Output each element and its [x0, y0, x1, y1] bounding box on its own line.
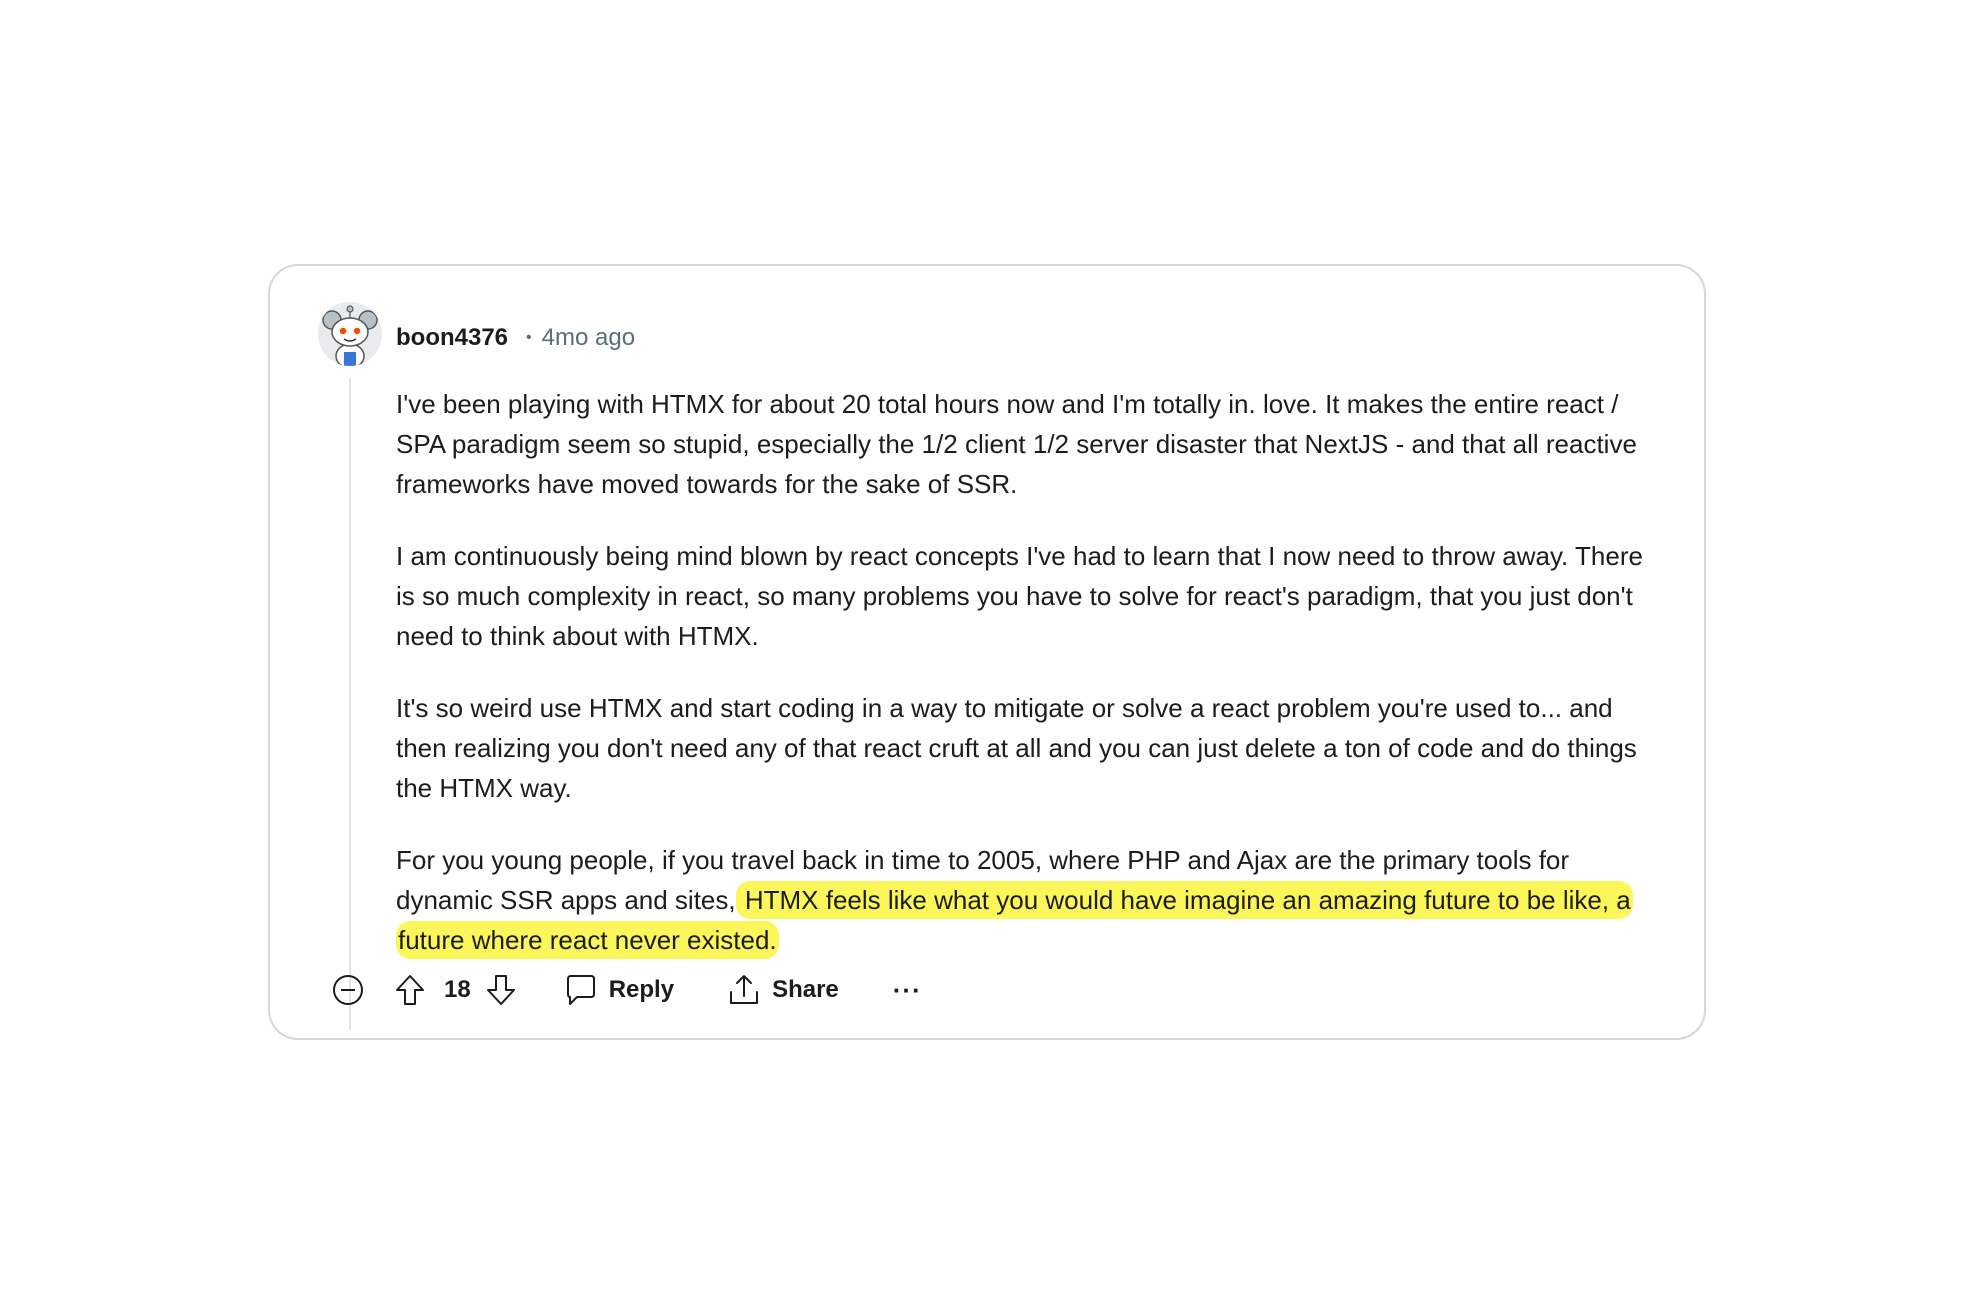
upvote-arrow-icon — [392, 972, 428, 1008]
more-options-button[interactable]: ··· — [893, 977, 922, 1003]
timestamp[interactable]: 4mo ago — [542, 324, 635, 352]
collapse-button[interactable] — [330, 972, 366, 1008]
comment-header: boon4376 • 4mo ago — [396, 322, 635, 354]
meta-separator: • — [526, 329, 532, 346]
comment-actions: 18 Reply Share ··· — [330, 968, 922, 1012]
reddit-snoo-avatar-icon — [318, 302, 382, 366]
vote-count: 18 — [444, 976, 471, 1003]
paragraph-text: I've been playing with HTMX for about 20… — [396, 389, 1637, 499]
paragraph-text: It's so weird use HTMX and start coding … — [396, 693, 1637, 803]
reply-button[interactable]: Reply — [563, 972, 674, 1008]
paragraph-text: I am continuously being mind blown by re… — [396, 541, 1643, 651]
username[interactable]: boon4376 — [396, 324, 508, 352]
comment-bubble-icon — [563, 972, 599, 1008]
comment-body: I've been playing with HTMX for about 20… — [396, 384, 1668, 960]
downvote-button[interactable] — [483, 972, 519, 1008]
share-icon — [726, 972, 762, 1008]
comment-card: boon4376 • 4mo ago I've been playing wit… — [268, 264, 1706, 1040]
downvote-arrow-icon — [483, 972, 519, 1008]
comment-paragraph: I've been playing with HTMX for about 20… — [396, 384, 1668, 504]
comment-paragraph: For you young people, if you travel back… — [396, 840, 1668, 960]
comment-paragraph: I am continuously being mind blown by re… — [396, 536, 1668, 656]
avatar[interactable] — [318, 302, 382, 366]
thread-line[interactable] — [349, 378, 351, 1030]
share-label: Share — [772, 976, 839, 1003]
comment-paragraph: It's so weird use HTMX and start coding … — [396, 688, 1668, 808]
reply-label: Reply — [608, 976, 675, 1003]
collapse-minus-icon — [330, 972, 366, 1008]
upvote-button[interactable] — [392, 972, 428, 1008]
share-button[interactable]: Share — [726, 972, 839, 1008]
